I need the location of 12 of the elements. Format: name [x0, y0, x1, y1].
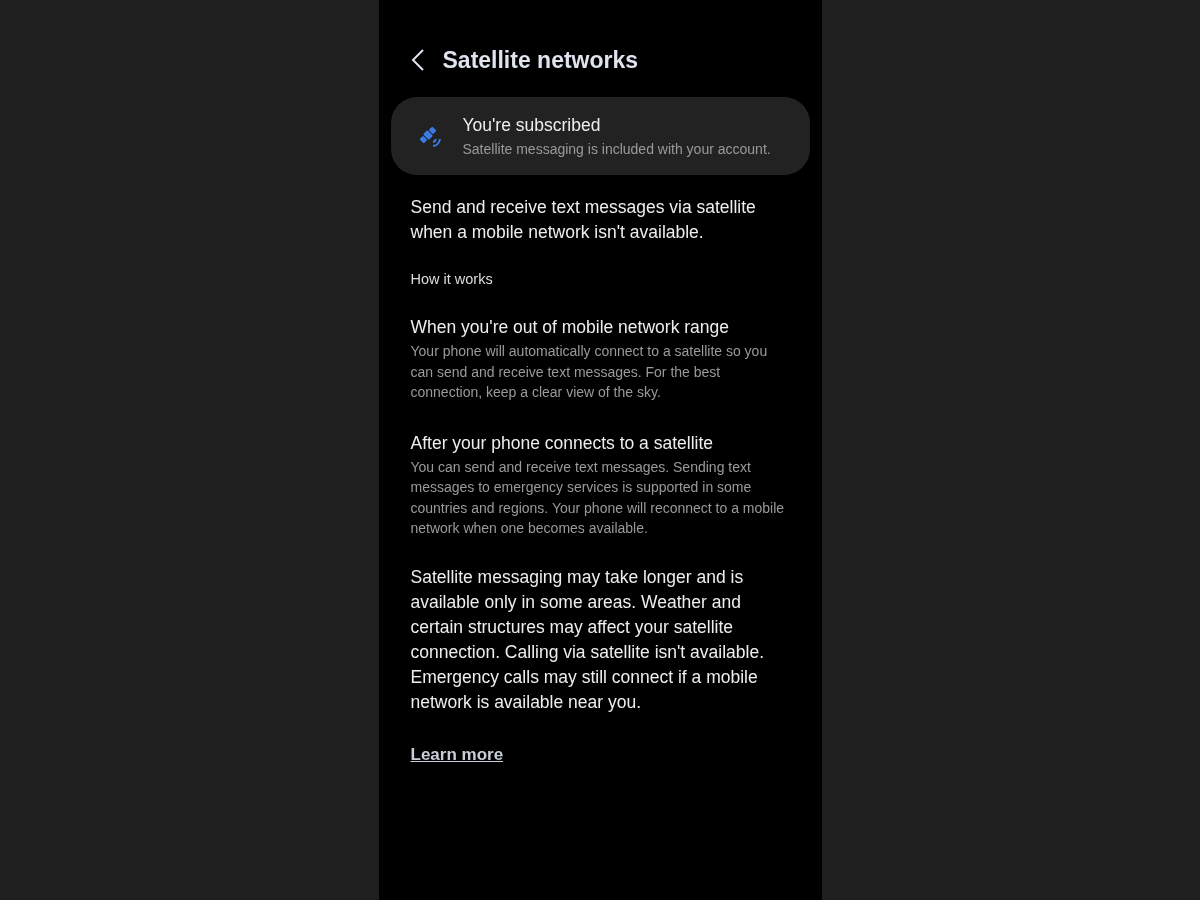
card-title: You're subscribed	[462, 115, 602, 136]
step-title: When you're out of mobile network range	[410, 316, 730, 339]
note-text: Satellite messaging may take longer and is available only in some areas. Weather and certain structures may affect your satellite connection. Calling via satellite isn't available. Emergency calls may still connect if a mobile network is available near you.	[410, 565, 766, 714]
section-label: How it works	[410, 271, 494, 287]
intro-text: Send and receive text messages via satellite when a mobile network isn't available.	[410, 196, 757, 244]
page-title: Satellite networks	[442, 46, 639, 74]
learn-more-link[interactable]: Learn more	[410, 744, 504, 765]
card-subtitle: Satellite messaging is included with your account.	[462, 140, 771, 159]
step-title: After your phone connects to a satellite	[410, 431, 715, 455]
step-description: You can send and receive text messages. Sending text messages to emergency services is supported in some countries and regions. Your phone will reconnect to a mobile network when one becomes available.	[410, 457, 786, 538]
step-description: Your phone will automatically connect to a satellite so you can send and receive text messages. For the best connection, keep a clear view of the sky.	[410, 342, 769, 402]
back-button[interactable]	[410, 48, 425, 72]
